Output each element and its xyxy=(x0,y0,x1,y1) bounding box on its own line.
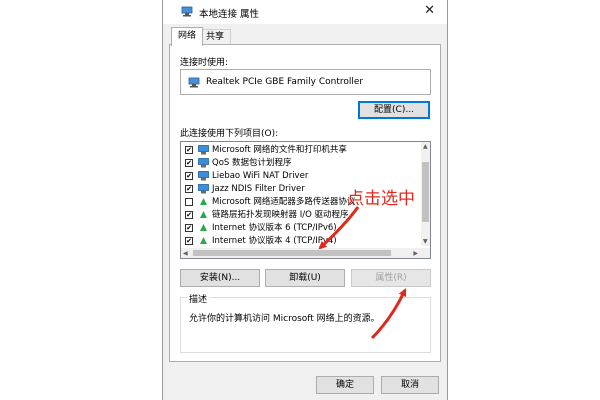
annotation-arrow-to-button xyxy=(370,288,407,340)
annotation-arrows xyxy=(318,206,407,340)
annotation-text: 点击选中 xyxy=(347,189,415,209)
annotation-arrow-to-item xyxy=(318,206,360,250)
